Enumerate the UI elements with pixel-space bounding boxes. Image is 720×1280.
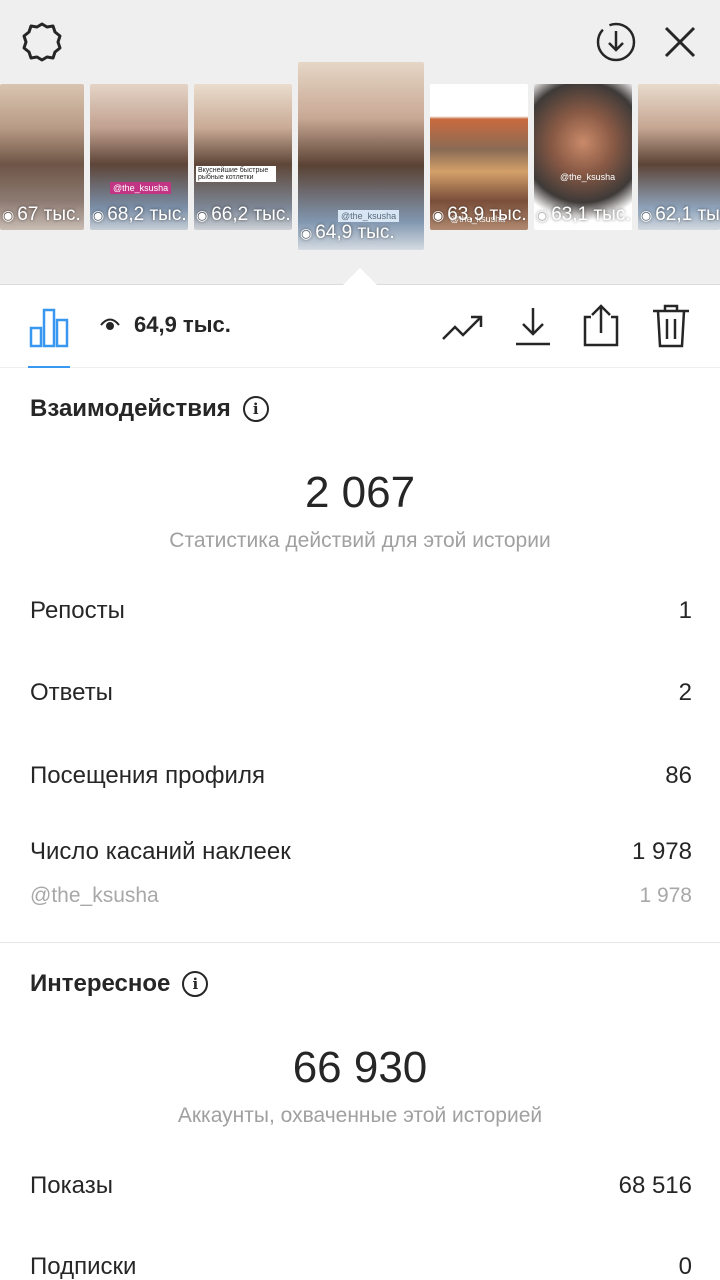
story-thumbnail[interactable]: Вкуснейшие быстрые рыбные котлетки ◉ 66,2… [194, 84, 292, 230]
active-tab-indicator [28, 366, 70, 368]
info-icon[interactable]: i [182, 971, 209, 997]
thumbnail-views: 62,1 тыс. [655, 204, 720, 225]
thumbnail-views: 66,2 тыс. [211, 204, 291, 225]
eye-icon: ◉ [2, 206, 15, 223]
info-icon[interactable]: i [242, 396, 269, 422]
section-divider [0, 942, 720, 943]
stat-row-sticker-taps: Число касаний наклеек 1 978 [30, 838, 692, 866]
stat-value: 1 [678, 597, 692, 624]
story-thumbnail[interactable]: @the_ksusha ◉ 68,2 тыс. [90, 84, 188, 230]
story-thumbnail-strip[interactable]: ◉ 67 тыс. @the_ksusha ◉ 68,2 тыс. Вкуснейш… [0, 62, 720, 252]
stat-label: Репосты [30, 597, 125, 624]
download-icon[interactable] [512, 302, 554, 350]
story-thumbnail[interactable]: @the_ksusha ◉ 63,1 тыс. [534, 84, 632, 230]
thumbnail-caption: @the_ksusha [338, 210, 400, 222]
eye-icon: ◉ [196, 206, 209, 223]
story-thumbnail[interactable]: @the_ksusha ◉ 63,9 тыс. [430, 84, 528, 230]
close-icon[interactable] [656, 18, 704, 66]
story-views-summary: 64,9 тыс. [100, 312, 231, 338]
eye-icon: ◉ [536, 206, 549, 223]
stat-value: 1 978 [639, 884, 692, 907]
discovery-subtitle: Аккаунты, охваченные этой историей [177, 1104, 543, 1127]
stat-label: Показы [30, 1172, 113, 1199]
stat-row-impressions: Показы 68 516 [30, 1172, 692, 1200]
eye-icon: ◉ [640, 206, 653, 223]
stat-row-reposts: Репосты 1 [30, 597, 692, 625]
thumbnail-views: 63,1 тыс. [551, 204, 631, 225]
eye-icon: ◉ [432, 206, 445, 223]
thumbnail-caption: Вкуснейшие быстрые рыбные котлетки [196, 166, 276, 182]
stat-value: 86 [665, 762, 692, 789]
interactions-subtitle: Статистика действий для этой истории [169, 529, 551, 552]
eye-icon: ◉ [92, 206, 105, 223]
insights-toolbar: 64,9 тыс. [0, 286, 720, 368]
thumbnail-views: 68,2 тыс. [107, 204, 187, 225]
stat-label: Подписки [30, 1253, 137, 1280]
thumbnail-caption: @the_ksusha [110, 182, 172, 194]
stat-row-sticker-mention: @the_ksusha 1 978 [30, 884, 692, 908]
discovery-title: Интересное i [30, 970, 209, 998]
bar-chart-icon[interactable] [28, 306, 70, 348]
settings-gear-icon[interactable] [18, 18, 66, 66]
stat-value: 68 516 [618, 1172, 692, 1199]
thumbnail-views: 64,9 тыс. [315, 222, 395, 243]
trending-icon[interactable] [440, 308, 486, 348]
thumbnail-views: 63,9 тыс. [447, 204, 527, 225]
thumbnail-views: 67 тыс. [17, 204, 81, 225]
selected-story-pointer [342, 268, 378, 286]
story-thumbnail[interactable]: ◉62,1 тыс. [638, 84, 720, 230]
thumbnail-caption: @the_ksusha [560, 172, 616, 182]
stat-value: 0 [678, 1253, 692, 1280]
story-thumbnail[interactable]: ◉ 67 тыс. [0, 84, 84, 230]
story-thumbnail-selected[interactable]: @the_ksusha ◉ 64,9 тыс. [298, 62, 424, 250]
stat-value: 2 [678, 679, 692, 706]
eye-icon: ◉ [300, 224, 313, 241]
stat-row-replies: Ответы 2 [30, 679, 692, 707]
share-icon[interactable] [580, 302, 622, 350]
trash-icon[interactable] [650, 302, 692, 350]
discovery-total: 66 930 [292, 1043, 428, 1092]
stat-label: @the_ksusha [30, 884, 159, 907]
stat-row-profile-visits: Посещения профиля 86 [30, 762, 692, 790]
stat-value: 1 978 [631, 838, 692, 865]
discovery-title-text: Интересное [30, 970, 171, 997]
stat-label: Число касаний наклеек [30, 838, 291, 865]
interactions-title: Взаимодействия i [30, 395, 269, 423]
interactions-title-text: Взаимодействия [30, 395, 231, 422]
eye-icon [100, 312, 120, 338]
stat-label: Ответы [30, 679, 113, 706]
download-circle-icon[interactable] [592, 18, 640, 66]
stat-row-follows: Подписки 0 [30, 1253, 692, 1280]
views-count: 64,9 тыс. [134, 312, 231, 337]
story-thumbnails-area: ◉ 67 тыс. @the_ksusha ◉ 68,2 тыс. Вкуснейш… [0, 0, 720, 285]
interactions-total: 2 067 [304, 468, 416, 517]
stat-label: Посещения профиля [30, 762, 265, 789]
